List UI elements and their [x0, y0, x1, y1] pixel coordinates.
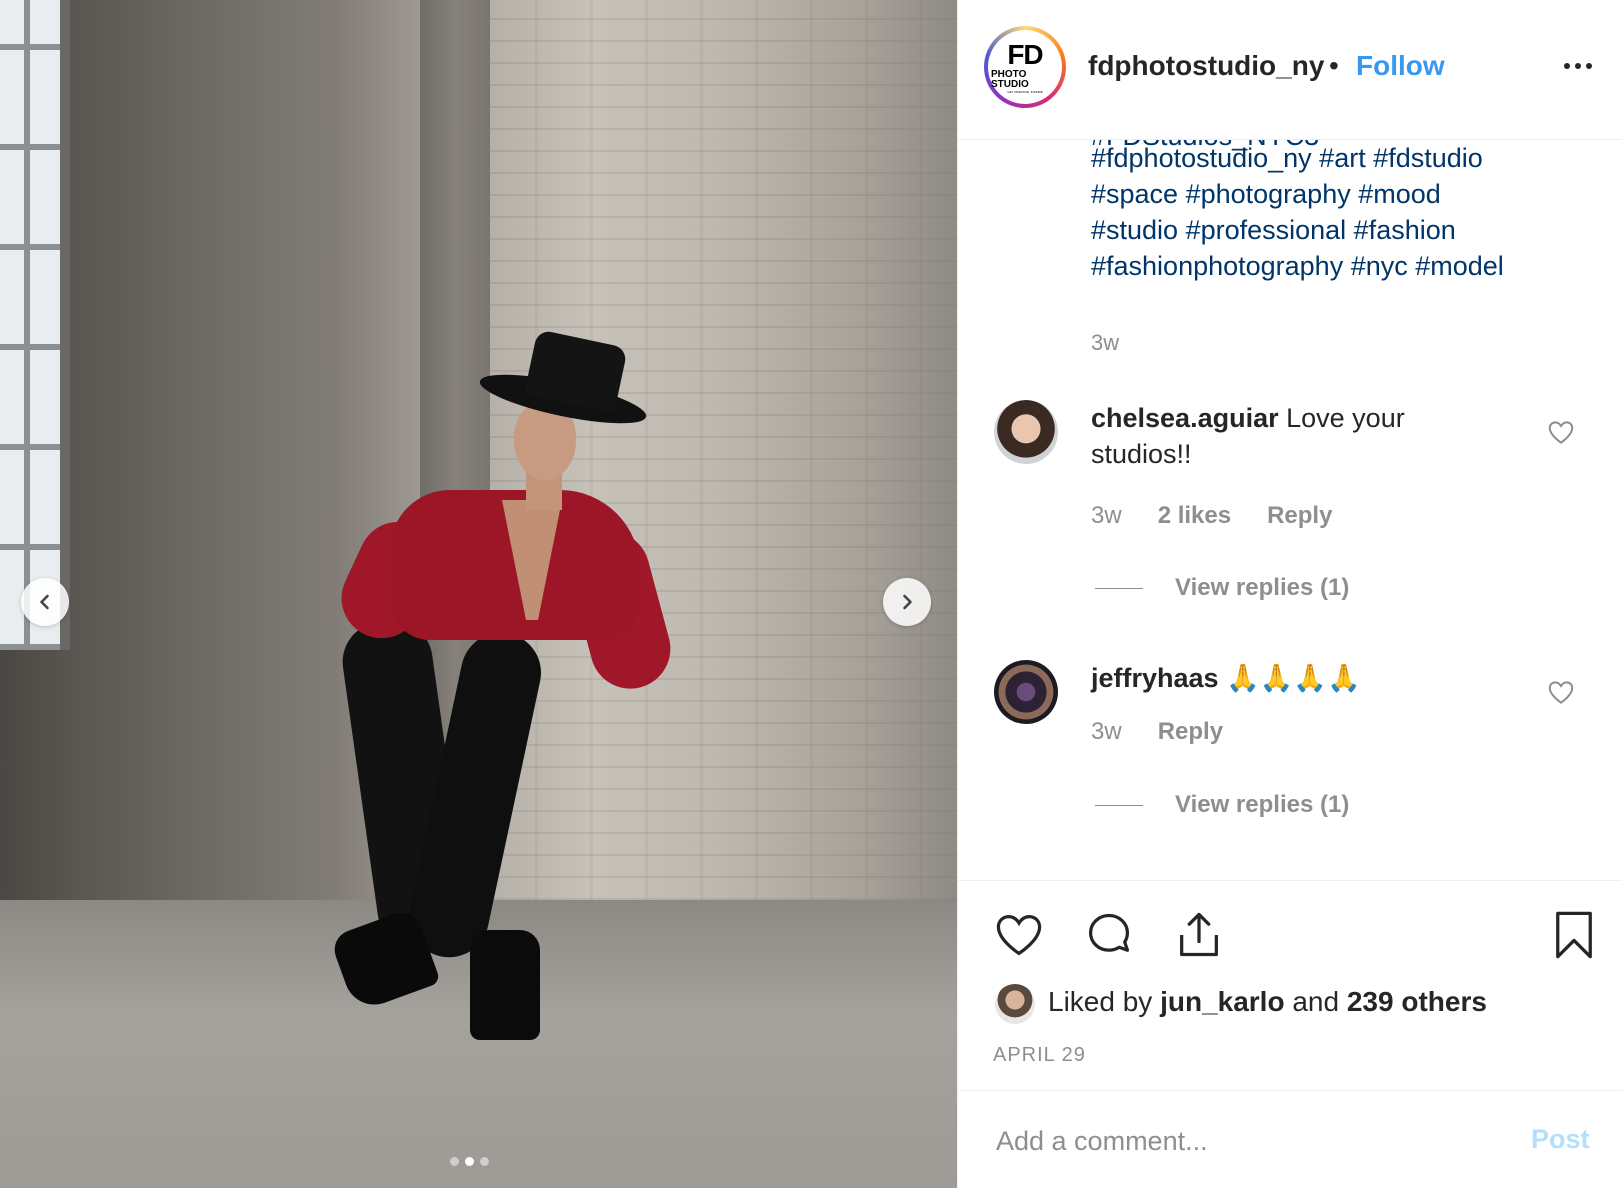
- comment-timestamp[interactable]: 3w: [1091, 502, 1122, 530]
- hashtag-line[interactable]: #studio #professional #fashion: [1091, 212, 1591, 248]
- reply-button[interactable]: Reply: [1267, 502, 1332, 530]
- view-replies-label: View replies (1): [1175, 574, 1350, 601]
- comment-text: chelsea.aguiar Love your studios!!: [1091, 400, 1511, 472]
- post-date[interactable]: APRIL 29: [993, 1044, 1086, 1067]
- carousel-dot: [480, 1157, 489, 1166]
- carousel-dot: [450, 1157, 459, 1166]
- more-options-button[interactable]: [1558, 48, 1598, 84]
- heart-icon[interactable]: [1546, 417, 1576, 447]
- reply-button[interactable]: Reply: [1158, 718, 1223, 746]
- liked-by-prefix: Liked by: [1048, 986, 1153, 1017]
- liked-by-user[interactable]: jun_karlo: [1160, 986, 1284, 1017]
- post-author-username[interactable]: fdphotostudio_ny: [1088, 50, 1324, 82]
- chevron-left-icon: [40, 594, 49, 610]
- post-panel: FD PHOTO STUDIO GET CREATIVE, INSPIRE fd…: [957, 0, 1622, 1188]
- liker-avatar[interactable]: [995, 984, 1035, 1024]
- commenter-avatar[interactable]: [994, 400, 1058, 464]
- caption-hashtags: #FDStudios_NYC3 #fdphotostudio_ny #art #…: [1091, 140, 1591, 284]
- carousel-dot: [465, 1157, 474, 1166]
- view-replies-button[interactable]: View replies (1): [1095, 574, 1349, 602]
- carousel-dots: [450, 1157, 489, 1166]
- post-actions: Liked by jun_karlo and 239 others APRIL …: [958, 880, 1622, 1090]
- carousel-prev-button[interactable]: [21, 578, 69, 626]
- hashtag-line[interactable]: #FDStudios_NYC3: [1091, 140, 1319, 154]
- hashtag-line[interactable]: #fashionphotography #nyc #model: [1091, 248, 1591, 284]
- post-header: FD PHOTO STUDIO GET CREATIVE, INSPIRE fd…: [958, 0, 1622, 140]
- view-replies-button[interactable]: View replies (1): [1095, 791, 1349, 819]
- post-photo[interactable]: [0, 0, 957, 1188]
- commenter-username[interactable]: jeffryhaas: [1091, 663, 1219, 693]
- commenter-avatar[interactable]: [994, 660, 1058, 724]
- comment-body: 🙏🙏🙏🙏: [1226, 663, 1361, 693]
- heart-icon[interactable]: [993, 909, 1045, 961]
- comment-meta: 3w Reply: [1091, 718, 1223, 746]
- hashtag-line[interactable]: #space #photography #mood: [1091, 176, 1591, 212]
- follow-button[interactable]: Follow: [1356, 50, 1445, 82]
- comment-text: jeffryhaas 🙏🙏🙏🙏: [1091, 660, 1511, 696]
- heart-icon[interactable]: [1546, 677, 1576, 707]
- comment-meta: 3w 2 likes Reply: [1091, 502, 1332, 530]
- comment-icon[interactable]: [1083, 909, 1135, 961]
- carousel-next-button[interactable]: [883, 578, 931, 626]
- comments-scroll-area[interactable]: #FDStudios_NYC3 #fdphotostudio_ny #art #…: [958, 140, 1622, 880]
- comment-likes[interactable]: 2 likes: [1158, 502, 1231, 530]
- comment-input[interactable]: [996, 1119, 1496, 1163]
- post-comment-button[interactable]: Post: [1531, 1124, 1590, 1155]
- model-figure: [328, 329, 690, 1070]
- bookmark-icon[interactable]: [1548, 909, 1600, 961]
- replies-divider: [1095, 587, 1143, 589]
- add-comment-bar: Post: [958, 1090, 1622, 1188]
- view-replies-label: View replies (1): [1175, 791, 1350, 818]
- chevron-right-icon: [903, 594, 912, 610]
- avatar[interactable]: FD PHOTO STUDIO GET CREATIVE, INSPIRE: [984, 26, 1066, 108]
- more-horizontal-icon: [1564, 63, 1592, 69]
- replies-divider: [1095, 804, 1143, 806]
- liked-by-summary: Liked by jun_karlo and 239 others: [1048, 986, 1487, 1018]
- liked-by-and: and: [1292, 986, 1340, 1017]
- caption-timestamp[interactable]: 3w: [1091, 330, 1119, 356]
- liked-by-others[interactable]: 239 others: [1347, 986, 1487, 1017]
- commenter-username[interactable]: chelsea.aguiar: [1091, 403, 1279, 433]
- header-separator: •: [1329, 50, 1339, 81]
- fd-photo-studio-logo: FD PHOTO STUDIO GET CREATIVE, INSPIRE: [991, 33, 1059, 101]
- comment-timestamp[interactable]: 3w: [1091, 718, 1122, 746]
- window: [0, 0, 70, 650]
- share-icon[interactable]: [1173, 909, 1225, 961]
